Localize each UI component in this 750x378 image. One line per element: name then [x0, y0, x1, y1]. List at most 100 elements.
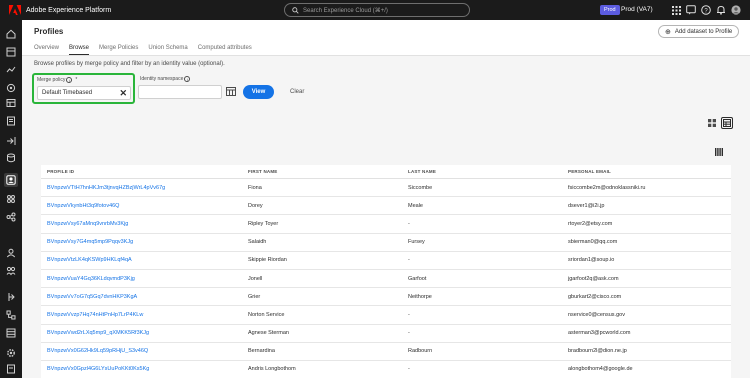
last-name-cell: Siccombe — [408, 184, 433, 191]
namespace-picker-icon[interactable] — [225, 86, 236, 97]
table-row[interactable]: BVnpzwVvzp7Hq74nHtPnHp7LrP4KLw Norton Se… — [41, 306, 731, 325]
profile-id-link[interactable]: BVnpzwVx0G62Hk9Lq59pRHjU_S3v46Q — [41, 348, 248, 354]
table-row[interactable]: BVnpzwVsy7G4mq5mp9Pqqv3KJg Salaidh Furse… — [41, 233, 731, 252]
profile-id-link[interactable]: BVnpzwVkynbHt3q9fotov46Q — [41, 203, 248, 209]
last-name-cell: - — [408, 366, 410, 373]
announcements-icon[interactable] — [686, 5, 696, 15]
profile-id-link[interactable]: BVnpzwVsy67aMnq9vnrbMv3Kjg — [41, 221, 248, 227]
identity-namespace-label-text: Identity namespace — [140, 76, 184, 82]
first-name-cell: Bernardina — [248, 348, 275, 355]
sandbox-name[interactable]: Prod (VA7) — [621, 5, 653, 15]
top-nav-bar: Adobe Experience Platform Search Experie… — [0, 0, 750, 20]
table-row[interactable]: BVnpzwVx0Gpzl4G6LYsUuPoKKt0Ks5Kg Andris … — [41, 360, 731, 378]
last-name-cell: Radbourn — [408, 348, 433, 355]
queries-icon[interactable] — [5, 152, 17, 164]
email-cell: bradbourn2l@dion.ne.jp — [568, 348, 627, 355]
info-icon[interactable]: i — [184, 76, 191, 82]
page-title: Profiles — [34, 27, 64, 36]
last-name-cell: - — [408, 330, 410, 337]
browse-icon[interactable] — [5, 46, 17, 58]
table-row[interactable]: BVnpzwVwd2rLXq5mp9_qXMKK5Rf3KJg Agnese S… — [41, 324, 731, 343]
table-row[interactable]: BVnpzwVtzLK4qKSWp9HKLqf4qA Skippie Riord… — [41, 251, 731, 270]
table-row[interactable]: BVnpzwVv7oG7q5Gq7dvnHKP3KgA Grier Neitho… — [41, 288, 731, 307]
table-row[interactable]: BVnpzwVkynbHt3q9fotov46Q Dorey Meale dse… — [41, 197, 731, 216]
first-name-cell: Grier — [248, 293, 261, 300]
docs-icon[interactable] — [5, 363, 17, 375]
table-row[interactable]: BVnpzwVuaY4Gq36KLdqvmdP3Kjg Jonell Garfo… — [41, 269, 731, 289]
tab-merge-policies[interactable]: Merge Policies — [99, 42, 138, 56]
column-header-personal-email[interactable]: PERSONAL EMAIL — [568, 169, 731, 174]
email-cell: sbierman0@qq.com — [568, 239, 618, 246]
profile-id-link[interactable]: BVnpzwVwd2rLXq5mp9_qXMKK5Rf3KJg — [41, 330, 248, 336]
column-header-profile-id[interactable]: PROFILE ID — [41, 169, 248, 174]
apps-grid-icon[interactable] — [671, 5, 681, 15]
adobe-logo-icon[interactable] — [9, 5, 21, 15]
tab-computed-attributes[interactable]: Computed attributes — [198, 42, 252, 56]
datasets-icon[interactable] — [5, 327, 17, 339]
view-button[interactable]: View — [243, 85, 274, 99]
identity-namespace-input[interactable] — [138, 85, 222, 99]
last-name-cell: Fursey — [408, 239, 425, 246]
user-icon[interactable] — [5, 247, 17, 259]
browse-description: Browse profiles by merge policy and filt… — [34, 61, 225, 67]
table-view-icon[interactable] — [721, 117, 733, 129]
last-name-cell: Garfoot — [408, 275, 427, 282]
table-row[interactable]: BVnpzwVTtH7hnHKJm3tjnvqHZBzjWrL4pVv67g F… — [41, 179, 731, 198]
column-header-last-name[interactable]: LAST NAME — [408, 169, 568, 174]
avatar-icon[interactable] — [731, 5, 741, 15]
profile-id-link[interactable]: BVnpzwVv7oG7q5Gq7dvnHKP3KgA — [41, 294, 248, 300]
column-header-first-name[interactable]: FIRST NAME — [248, 169, 408, 174]
sources-icon[interactable] — [5, 135, 17, 147]
email-cell: jgarfoot2q@ask.com — [568, 275, 619, 282]
profiles-icon[interactable] — [4, 173, 18, 187]
last-name-cell: Meale — [408, 202, 423, 209]
profile-id-link[interactable]: BVnpzwVsy7G4mq5mp9Pqqv3KJg — [41, 239, 248, 245]
table-row[interactable]: BVnpzwVx0G62Hk9Lq59pRHjU_S3v46Q Bernardi… — [41, 342, 731, 361]
first-name-cell: Agnese Sterman — [248, 330, 289, 337]
profile-id-link[interactable]: BVnpzwVx0Gpzl4G6LYsUuPoKKt0Ks5Kg — [41, 366, 248, 372]
identity-namespace-label: Identity namespace i — [140, 76, 191, 82]
identities-icon[interactable] — [5, 211, 17, 223]
audiences-icon[interactable] — [5, 193, 17, 205]
profile-id-link[interactable]: BVnpzwVtzLK4qKSWp9HKLqf4qA — [41, 257, 248, 263]
last-name-cell: Neithorpe — [408, 293, 432, 300]
add-dataset-button[interactable]: ⊕ Add dataset to Profile — [658, 25, 740, 38]
global-search-input[interactable]: Search Experience Cloud (⌘+/) — [284, 3, 470, 17]
bell-icon[interactable] — [716, 5, 726, 15]
tab-overview[interactable]: Overview — [34, 42, 59, 56]
email-cell: nservice0@census.gov — [568, 311, 625, 318]
email-cell: gburkart2@cisco.com — [568, 293, 622, 300]
app-title[interactable]: Adobe Experience Platform — [26, 7, 111, 14]
merge-policy-select[interactable]: Default Timebased ✕ — [37, 86, 131, 100]
required-marker: * — [75, 77, 78, 83]
settings-icon[interactable] — [5, 347, 17, 359]
left-nav-rail — [0, 20, 22, 378]
profiles-table: PROFILE ID FIRST NAME LAST NAME PERSONAL… — [41, 165, 731, 378]
segments-icon[interactable] — [5, 265, 17, 277]
tab-union-schema[interactable]: Union Schema — [148, 42, 187, 56]
column-settings-icon[interactable] — [714, 147, 724, 157]
profile-id-link[interactable]: BVnpzwVuaY4Gq36KLdqvmdP3Kjg — [41, 276, 248, 282]
last-name-cell: - — [408, 311, 410, 318]
help-icon[interactable]: ? — [701, 5, 711, 15]
email-cell: rtoyer2@etsy.com — [568, 220, 613, 227]
card-view-icon[interactable] — [706, 117, 718, 129]
destinations-icon[interactable] — [5, 291, 17, 303]
catalog-icon[interactable] — [5, 115, 17, 127]
search-placeholder: Search Experience Cloud (⌘+/) — [303, 7, 388, 14]
dashboards-icon[interactable] — [5, 97, 17, 109]
schemas-icon[interactable] — [5, 309, 17, 321]
monitoring-icon[interactable] — [5, 64, 17, 76]
sandbox-badge[interactable]: Prod — [600, 5, 620, 15]
home-icon[interactable] — [5, 28, 17, 40]
tab-browse[interactable]: Browse — [69, 42, 90, 56]
first-name-cell: Norton Service — [248, 311, 285, 318]
clear-merge-policy-icon[interactable]: ✕ — [119, 87, 127, 99]
profile-id-link[interactable]: BVnpzwVvzp7Hq74nHtPnHp7LrP4KLw — [41, 312, 248, 318]
info-icon[interactable]: i — [66, 77, 73, 83]
sandbox-icon[interactable] — [5, 82, 17, 94]
table-row[interactable]: BVnpzwVsy67aMnq9vnrbMv3Kjg Ripley Toyer … — [41, 215, 731, 234]
profile-id-link[interactable]: BVnpzwVTtH7hnHKJm3tjnvqHZBzjWrL4pVv67g — [41, 185, 248, 191]
tab-bar: Overview Browse Merge Policies Union Sch… — [34, 42, 262, 56]
clear-button[interactable]: Clear — [290, 85, 304, 99]
